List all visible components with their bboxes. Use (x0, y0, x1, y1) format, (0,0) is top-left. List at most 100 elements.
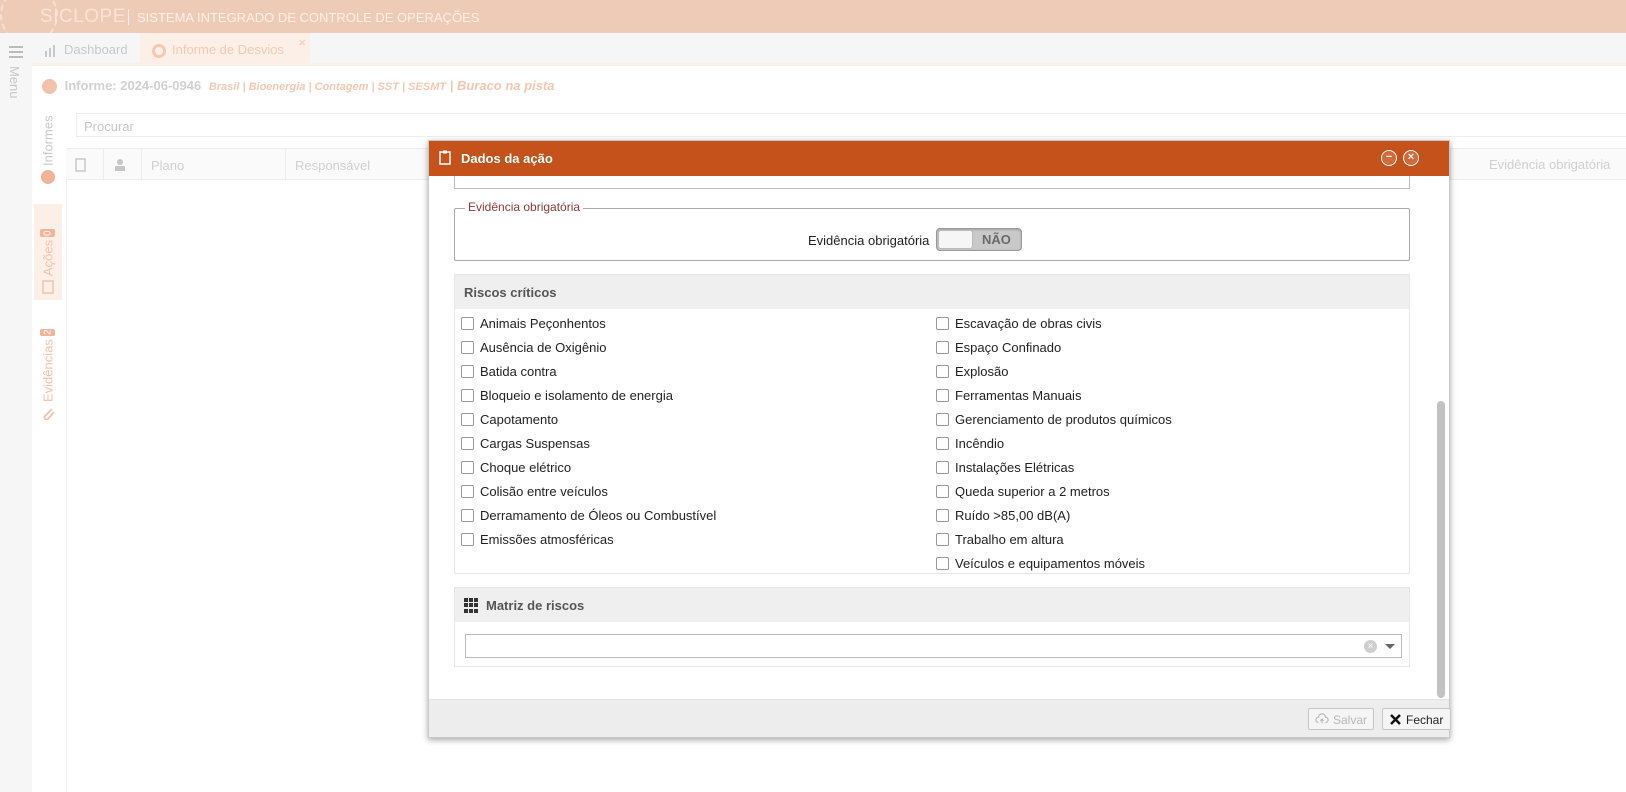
matriz-riscos-select[interactable]: × (465, 634, 1402, 658)
risco-checkbox-item[interactable]: Animais Peçonhentos (461, 311, 716, 335)
side-tab-evidencias-label: Evidências (40, 339, 56, 402)
save-button-label: Salvar (1332, 713, 1367, 727)
close-button[interactable]: Fechar (1382, 708, 1451, 730)
risco-label: Batida contra (480, 363, 557, 379)
risco-checkbox-item[interactable]: Ferramentas Manuais (936, 383, 1172, 407)
whatsapp-icon (42, 79, 57, 95)
risco-label: Veículos e equipamentos móveis (955, 555, 1146, 571)
risco-checkbox-item[interactable]: Cargas Suspensas (461, 431, 716, 455)
matriz-riscos-panel: Matriz de riscos × (454, 587, 1410, 667)
search-input[interactable]: Procurar (76, 113, 1626, 137)
risco-label: Trabalho em altura (955, 531, 1064, 547)
checkbox[interactable] (461, 508, 474, 522)
risco-checkbox-item[interactable]: Incêndio (936, 431, 1172, 455)
risco-label: Ruído >85,00 dB(A) (955, 507, 1071, 523)
matriz-riscos-header: Matriz de riscos (455, 588, 1409, 622)
topbar-divider (128, 9, 129, 25)
checkbox[interactable] (461, 340, 474, 354)
checkbox[interactable] (461, 388, 474, 402)
checkbox[interactable] (936, 316, 949, 330)
risco-checkbox-item[interactable]: Queda superior a 2 metros (936, 479, 1172, 503)
tab-informe-desvios[interactable]: Informe de Desvios × (140, 33, 310, 66)
risco-checkbox-item[interactable]: Colisão entre veículos (461, 479, 716, 503)
checkbox[interactable] (461, 412, 474, 426)
checkbox[interactable] (461, 484, 474, 498)
risco-label: Cargas Suspensas (480, 435, 590, 451)
risco-label: Ausência de Oxigênio (480, 339, 607, 355)
evidencia-toggle[interactable]: NÃO (936, 228, 1022, 251)
tab-informe-label: Informe de Desvios (172, 42, 284, 57)
user-icon (115, 159, 125, 171)
grid-col-plano[interactable]: Plano (142, 149, 286, 181)
grid-col-user[interactable] (104, 149, 142, 181)
risco-checkbox-item[interactable]: Veículos e equipamentos móveis (936, 551, 1172, 575)
side-tab-informes-label: Informes (40, 115, 56, 166)
grid-col-evidencia[interactable]: Evidência obrigatória (1450, 148, 1626, 180)
checkbox[interactable] (936, 412, 949, 426)
risco-checkbox-item[interactable]: Batida contra (461, 359, 716, 383)
risco-label: Animais Peçonhentos (480, 315, 606, 331)
chevron-down-icon[interactable] (1385, 644, 1395, 649)
clear-icon[interactable]: × (1364, 640, 1377, 653)
side-tab-acoes[interactable]: Ações 0 (34, 204, 62, 300)
save-button[interactable]: Salvar (1308, 708, 1374, 730)
risco-checkbox-item[interactable]: Espaço Confinado (936, 335, 1172, 359)
risco-checkbox-item[interactable]: Derramamento de Óleos ou Combustível (461, 503, 716, 527)
tab-close-icon[interactable]: × (298, 35, 306, 50)
riscos-right-column: Escavação de obras civis Espaço Confinado… (936, 311, 1172, 575)
risco-checkbox-item[interactable]: Trabalho em altura (936, 527, 1172, 551)
risco-checkbox-item[interactable]: Escavação de obras civis (936, 311, 1172, 335)
checkbox[interactable] (936, 556, 949, 570)
checkbox[interactable] (936, 508, 949, 522)
checkbox[interactable] (936, 484, 949, 498)
informe-breadcrumb: Brasil | Bioenergia | Contagem | SST | S… (208, 81, 447, 93)
dialog-scrollbar[interactable] (1437, 176, 1445, 699)
paperclip-icon (43, 408, 55, 420)
dialog-title: Dados da ação (461, 151, 553, 166)
checkbox[interactable] (461, 436, 474, 450)
checkbox[interactable] (936, 436, 949, 450)
dialog-body[interactable]: Evidência obrigatória Evidência obrigató… (429, 176, 1449, 699)
risco-label: Queda superior a 2 metros (955, 483, 1110, 499)
checkbox[interactable] (461, 532, 474, 546)
checkbox[interactable] (936, 364, 949, 378)
side-tab-acoes-label: Ações (40, 239, 56, 276)
side-tab-informes[interactable]: Informes (34, 106, 62, 190)
scrollbar-thumb[interactable] (1437, 401, 1445, 698)
side-tab-evidencias[interactable]: Evidências 2 (34, 314, 62, 426)
risco-checkbox-item[interactable]: Gerenciamento de produtos químicos (936, 407, 1172, 431)
risco-checkbox-item[interactable]: Instalações Elétricas (936, 455, 1172, 479)
dados-acao-dialog: Dados da ação − × Evidência obrigatória … (428, 140, 1451, 738)
risco-checkbox-item[interactable]: Ruído >85,00 dB(A) (936, 503, 1172, 527)
hamburger-menu-icon[interactable] (9, 46, 23, 61)
toggle-knob (938, 230, 973, 249)
checkbox[interactable] (936, 460, 949, 474)
risco-checkbox-item[interactable]: Choque elétrico (461, 455, 716, 479)
tab-dashboard[interactable]: Dashboard (32, 33, 139, 66)
checkbox[interactable] (461, 316, 474, 330)
risco-checkbox-item[interactable]: Bloqueio e isolamento de energia (461, 383, 716, 407)
previous-section-box (454, 176, 1410, 189)
evidencia-legend: Evidência obrigatória (465, 200, 584, 214)
minimize-icon[interactable]: − (1381, 150, 1397, 166)
risco-checkbox-item[interactable]: Emissões atmosféricas (461, 527, 716, 551)
risco-label: Emissões atmosféricas (480, 531, 614, 547)
risco-label: Choque elétrico (480, 459, 572, 475)
tab-dashboard-label: Dashboard (64, 42, 128, 57)
dialog-header: Dados da ação − × (429, 141, 1449, 176)
grid-col-clipboard[interactable] (66, 149, 104, 181)
whatsapp-icon (152, 43, 166, 58)
checkbox[interactable] (936, 340, 949, 354)
checkbox[interactable] (461, 460, 474, 474)
risco-checkbox-item[interactable]: Explosão (936, 359, 1172, 383)
checkbox[interactable] (936, 388, 949, 402)
close-icon[interactable]: × (1403, 150, 1419, 166)
menu-label[interactable]: Menu (7, 66, 22, 99)
risco-checkbox-item[interactable]: Ausência de Oxigênio (461, 335, 716, 359)
checkbox[interactable] (461, 364, 474, 378)
app-logo: SICLOPE (40, 6, 126, 27)
close-icon (1390, 714, 1401, 725)
checkbox[interactable] (936, 532, 949, 546)
risco-checkbox-item[interactable]: Capotamento (461, 407, 716, 431)
grid-icon (464, 598, 479, 613)
